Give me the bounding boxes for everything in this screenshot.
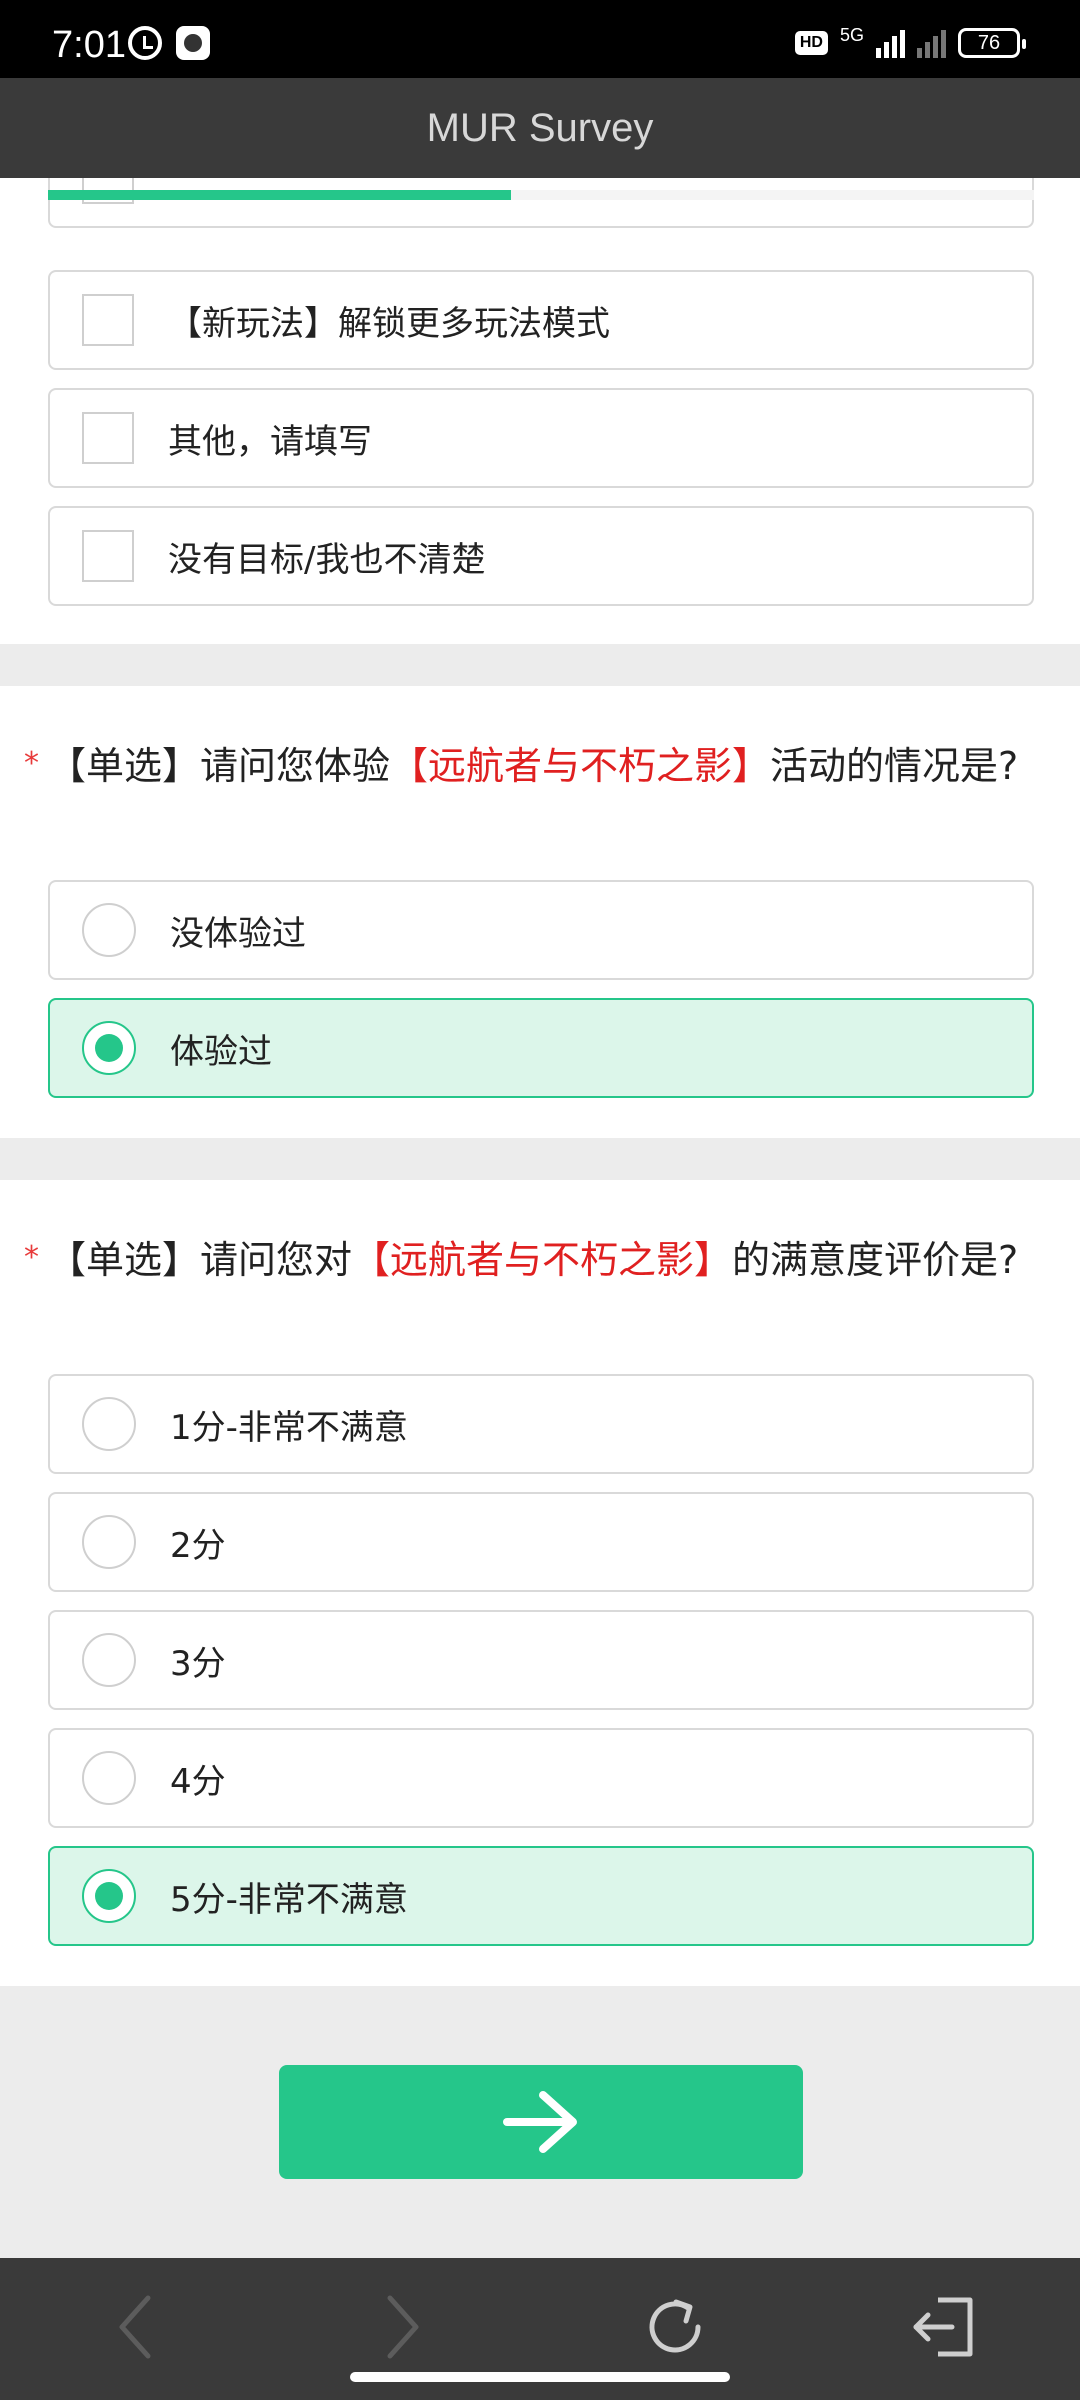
option-radio-selected[interactable]: 5分-非常不满意 — [48, 1846, 1034, 1946]
progress-fill — [48, 190, 512, 200]
option-label: 5分-非常不满意 — [170, 1879, 408, 1920]
radio-button[interactable] — [82, 1515, 136, 1569]
option-radio[interactable]: 2分 — [48, 1492, 1034, 1592]
signal-secondary-icon — [917, 28, 946, 58]
progress-bar — [48, 190, 1034, 200]
exit-icon — [913, 2297, 973, 2357]
question-card-goals: 【新玩法】解锁更多玩法模式 其他，请填写 没有目标/我也不清楚 — [0, 178, 1080, 644]
option-radio-selected[interactable]: 体验过 — [48, 998, 1034, 1098]
radio-button[interactable] — [82, 1869, 136, 1923]
option-checkbox[interactable]: 没有目标/我也不清楚 — [48, 506, 1034, 606]
option-label: 没有目标/我也不清楚 — [168, 539, 486, 580]
page-title: MUR Survey — [426, 105, 654, 150]
next-button[interactable] — [279, 2065, 803, 2179]
option-radio[interactable]: 4分 — [48, 1728, 1034, 1828]
back-arrow-icon — [119, 2295, 151, 2359]
radio-selected-dot — [95, 1034, 123, 1062]
checkbox[interactable] — [82, 294, 134, 346]
option-checkbox[interactable]: 其他，请填写 — [48, 388, 1034, 488]
radio-button[interactable] — [82, 1633, 136, 1687]
hd-icon: HD — [794, 31, 828, 55]
app-header: MUR Survey — [0, 78, 1080, 178]
status-bar: 7:01 HD 5G 76 — [0, 0, 1080, 78]
radio-button[interactable] — [82, 903, 136, 957]
back-button[interactable] — [90, 2282, 180, 2372]
question-card-experience: * 【单选】请问您体验【远航者与不朽之影】活动的情况是? 没体验过 体验过 — [0, 686, 1080, 1138]
option-label: 体验过 — [170, 1031, 272, 1072]
arrow-right-icon — [503, 2091, 577, 2153]
home-indicator[interactable] — [350, 2372, 730, 2382]
radio-selected-dot — [95, 1882, 123, 1910]
status-indicators: HD 5G 76 — [794, 25, 1026, 58]
question-title-highlight: 【远航者与不朽之影】 — [352, 1238, 733, 1282]
question-title-text: 【单选】请问您体验 — [48, 744, 391, 788]
option-label: 没体验过 — [170, 913, 306, 954]
status-time: 7:01 — [52, 24, 126, 66]
option-label: 4分 — [170, 1761, 226, 1802]
radio-button[interactable] — [82, 1021, 136, 1075]
radio-button[interactable] — [82, 1751, 136, 1805]
question-title-highlight: 【远航者与不朽之影】 — [390, 744, 771, 788]
network-type-label: 5G — [839, 25, 864, 45]
option-label: 【新玩法】解锁更多玩法模式 — [168, 303, 610, 344]
option-radio[interactable]: 3分 — [48, 1610, 1034, 1710]
option-radio[interactable]: 1分-非常不满意 — [48, 1374, 1034, 1474]
question-title: 【单选】请问您体验【远航者与不朽之影】活动的情况是? — [48, 740, 1038, 792]
option-radio[interactable]: 没体验过 — [48, 880, 1034, 980]
option-label: 其他，请填写 — [168, 421, 372, 462]
question-title-text: 【单选】请问您对 — [48, 1238, 353, 1282]
question-title-text: 活动的情况是? — [770, 744, 1019, 788]
option-label: 1分-非常不满意 — [170, 1407, 408, 1448]
signal-icon — [876, 28, 905, 58]
option-label: 3分 — [170, 1643, 226, 1684]
radio-button[interactable] — [82, 1397, 136, 1451]
option-checkbox-partial[interactable] — [48, 178, 1034, 228]
battery-level: 76 — [977, 31, 1001, 54]
survey-content[interactable]: 【新玩法】解锁更多玩法模式 其他，请填写 没有目标/我也不清楚 * 【单选】请问… — [0, 178, 1080, 2258]
status-notification-icons — [128, 26, 210, 60]
alarm-icon — [128, 26, 162, 60]
checkbox[interactable] — [82, 530, 134, 582]
forward-button[interactable] — [358, 2282, 448, 2372]
app-notification-icon — [176, 26, 210, 60]
question-card-satisfaction: * 【单选】请问您对【远航者与不朽之影】的满意度评价是? 1分-非常不满意 2分… — [0, 1180, 1080, 1986]
question-title: 【单选】请问您对【远航者与不朽之影】的满意度评价是? — [48, 1234, 1038, 1286]
battery-icon: 76 — [958, 28, 1026, 58]
refresh-button[interactable] — [630, 2282, 720, 2372]
exit-button[interactable] — [898, 2282, 988, 2372]
refresh-icon — [649, 2299, 701, 2353]
option-label: 2分 — [170, 1525, 226, 1566]
required-mark: * — [24, 746, 39, 781]
forward-arrow-icon — [387, 2295, 419, 2359]
option-checkbox[interactable]: 【新玩法】解锁更多玩法模式 — [48, 270, 1034, 370]
checkbox[interactable] — [82, 412, 134, 464]
question-title-text: 的满意度评价是? — [732, 1238, 1019, 1282]
required-mark: * — [24, 1240, 39, 1275]
